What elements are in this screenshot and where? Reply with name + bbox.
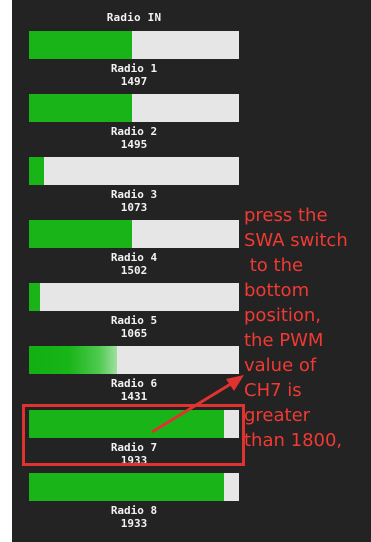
channel-value: 1431 bbox=[120, 390, 148, 403]
channel-value: 1495 bbox=[120, 138, 148, 151]
channel-value: 1933 bbox=[120, 517, 148, 530]
channel-bar-fill bbox=[29, 31, 132, 59]
channel-bar-track bbox=[29, 346, 239, 374]
channel-value: 1497 bbox=[120, 75, 148, 88]
channel-bar-track bbox=[29, 283, 239, 311]
panel-title: Radio IN bbox=[106, 11, 162, 24]
channel-bar-fill bbox=[29, 157, 44, 185]
annotation-text: press the SWA switch to the bottom posit… bbox=[244, 205, 348, 451]
channel-label: Radio 6 bbox=[110, 377, 158, 390]
channel-bar-track bbox=[29, 157, 239, 185]
channel-bar-fill bbox=[29, 346, 118, 374]
channel-label: Radio 3 bbox=[110, 188, 158, 201]
channel-bar-track bbox=[29, 220, 239, 248]
channel-bar-track bbox=[29, 94, 239, 122]
channel-bar-fill bbox=[29, 473, 225, 501]
channel-radio-6: Radio 6 1431 bbox=[29, 346, 239, 403]
channel-value: 1502 bbox=[120, 264, 148, 277]
channel-label: Radio 1 bbox=[110, 62, 158, 75]
channel-bar-track bbox=[29, 473, 239, 501]
channel-bar-fill bbox=[29, 94, 132, 122]
channel-radio-5: Radio 5 1065 bbox=[29, 283, 239, 340]
channel-radio-3: Radio 3 1073 bbox=[29, 157, 239, 214]
channel-radio-1: Radio 1 1497 bbox=[29, 31, 239, 88]
radio-in-panel: Radio IN Radio 1 1497 Radio 2 1495 Radio… bbox=[12, 0, 371, 542]
channel-bar-fill bbox=[29, 283, 40, 311]
channel-radio-2: Radio 2 1495 bbox=[29, 94, 239, 151]
channel-bar-fill bbox=[29, 220, 132, 248]
channel-bar-track bbox=[29, 31, 239, 59]
channel-label: Radio 4 bbox=[110, 251, 158, 264]
channel-label: Radio 5 bbox=[110, 314, 158, 327]
channel-label: Radio 8 bbox=[110, 504, 158, 517]
channel-radio-4: Radio 4 1502 bbox=[29, 220, 239, 277]
radio-7-highlight-box bbox=[22, 404, 245, 466]
channel-label: Radio 2 bbox=[110, 125, 158, 138]
channel-value: 1073 bbox=[120, 201, 148, 214]
channel-radio-8: Radio 8 1933 bbox=[29, 473, 239, 530]
channel-value: 1065 bbox=[120, 327, 148, 340]
